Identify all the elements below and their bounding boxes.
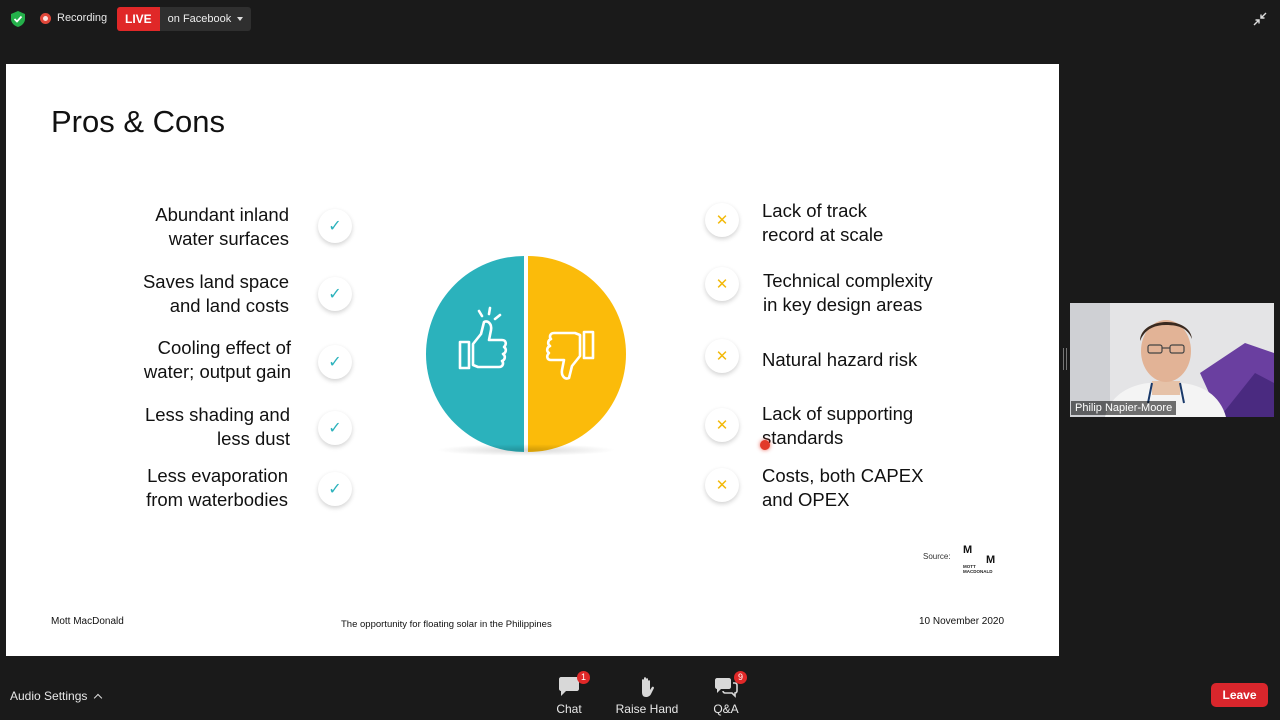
chat-label: Chat	[556, 702, 582, 716]
con-item-line: in key design areas	[763, 294, 923, 315]
logo-letter: M	[963, 544, 973, 556]
chat-icon: 1	[557, 671, 590, 698]
cross-icon: ✕	[705, 468, 739, 502]
pro-item-5: Less evaporation from waterbodies	[28, 464, 288, 512]
con-item-1: Lack of track record at scale	[762, 199, 1022, 247]
pro-item-1: Abundant inland water surfaces	[29, 203, 289, 251]
live-destination-dropdown[interactable]: on Facebook	[159, 7, 252, 31]
pros-cons-pie-graphic	[426, 256, 626, 452]
participant-name-label: Philip Napier-Moore	[1071, 401, 1177, 415]
live-stream-control[interactable]: LIVE on Facebook	[117, 7, 252, 31]
chat-unread-badge: 1	[577, 671, 590, 684]
qa-icon: 9	[714, 671, 747, 698]
con-item-3: Natural hazard risk	[762, 348, 1022, 372]
qa-button[interactable]: 9 Q&A	[691, 671, 761, 716]
check-icon: ✓	[318, 411, 352, 445]
raise-hand-button[interactable]: Raise Hand	[612, 676, 682, 716]
con-item-line: Costs, both CAPEX	[762, 465, 924, 486]
con-item-4: Lack of supporting standards	[762, 402, 1022, 450]
laser-pointer-dot	[760, 440, 770, 450]
pro-item-line: water; output gain	[143, 361, 291, 382]
pro-item-line: and land costs	[169, 295, 289, 316]
con-item-line: and OPEX	[762, 489, 850, 510]
con-item-line: Lack of supporting	[762, 403, 914, 424]
pro-item-3: Cooling effect of water; output gain	[31, 336, 291, 384]
con-item-5: Costs, both CAPEX and OPEX	[762, 464, 1022, 512]
con-item-line: record at scale	[762, 224, 884, 245]
record-icon	[40, 12, 51, 24]
panel-resize-handle[interactable]	[1063, 348, 1067, 370]
audio-settings-button[interactable]: Audio Settings	[10, 689, 103, 703]
participant-video-tile[interactable]: Philip Napier-Moore	[1070, 303, 1274, 417]
recording-label: Recording	[57, 12, 108, 24]
cross-icon: ✕	[705, 339, 739, 373]
pro-item-line: water surfaces	[168, 228, 289, 249]
con-item-line: Natural hazard risk	[762, 349, 918, 370]
shared-screen-slide: Pros & Cons Abundant inland water surfac…	[6, 64, 1059, 656]
pro-item-2: Saves land space and land costs	[29, 270, 289, 318]
chat-button[interactable]: 1 Chat	[534, 671, 604, 716]
exit-fullscreen-icon[interactable]	[1253, 12, 1267, 26]
con-item-line: Lack of track	[762, 200, 867, 221]
footer-date: 10 November 2020	[919, 616, 1005, 627]
con-item-line: standards	[762, 427, 844, 448]
logo-wordmark: MOTT MACDONALD	[963, 564, 1003, 574]
shield-check-icon[interactable]	[11, 11, 25, 27]
meeting-top-bar: Recording LIVE on Facebook	[0, 0, 1280, 40]
source-label: Source:	[923, 552, 951, 561]
pro-item-line: Less shading and	[144, 404, 290, 425]
pro-item-line: from waterbodies	[146, 489, 288, 510]
audio-settings-label: Audio Settings	[10, 689, 88, 703]
participant-video-feed	[1070, 303, 1274, 417]
chevron-up-icon	[94, 693, 103, 702]
qa-label: Q&A	[713, 702, 739, 716]
pro-item-line: Cooling effect of	[157, 337, 291, 358]
footer-company: Mott MacDonald	[51, 616, 124, 627]
slide-title: Pros & Cons	[51, 104, 226, 139]
cross-icon: ✕	[705, 267, 739, 301]
con-item-line: Technical complexity	[763, 270, 933, 291]
qa-unread-badge: 9	[734, 671, 747, 684]
meeting-controls-bar: Audio Settings 1 Chat Raise Hand 9 Q&A L…	[0, 664, 1280, 720]
cross-icon: ✕	[705, 408, 739, 442]
cross-icon: ✕	[705, 203, 739, 237]
logo-wordmark-line: MACDONALD	[963, 569, 993, 574]
pro-item-line: Abundant inland	[155, 204, 289, 225]
pro-item-line: Saves land space	[142, 271, 289, 292]
pro-item-4: Less shading and less dust	[30, 403, 290, 451]
cons-half	[528, 256, 626, 452]
raise-hand-icon	[635, 676, 659, 698]
check-icon: ✓	[318, 277, 352, 311]
recording-indicator[interactable]: Recording	[40, 12, 107, 24]
caret-down-icon	[237, 17, 244, 21]
live-badge: LIVE	[117, 7, 160, 31]
check-icon: ✓	[318, 345, 352, 379]
check-icon: ✓	[318, 209, 352, 243]
footer-presentation-title: The opportunity for floating solar in th…	[341, 619, 552, 630]
live-destination-label: on Facebook	[167, 13, 232, 25]
con-item-2: Technical complexity in key design areas	[763, 269, 1023, 317]
leave-button[interactable]: Leave	[1211, 683, 1268, 707]
mott-macdonald-logo: M M MOTT MACDONALD	[961, 544, 1001, 576]
raise-hand-label: Raise Hand	[615, 702, 679, 716]
pro-item-line: Less evaporation	[147, 465, 288, 486]
pros-half	[426, 256, 524, 452]
check-icon: ✓	[318, 472, 352, 506]
pro-item-line: less dust	[216, 428, 290, 449]
pie-shadow	[436, 444, 616, 456]
